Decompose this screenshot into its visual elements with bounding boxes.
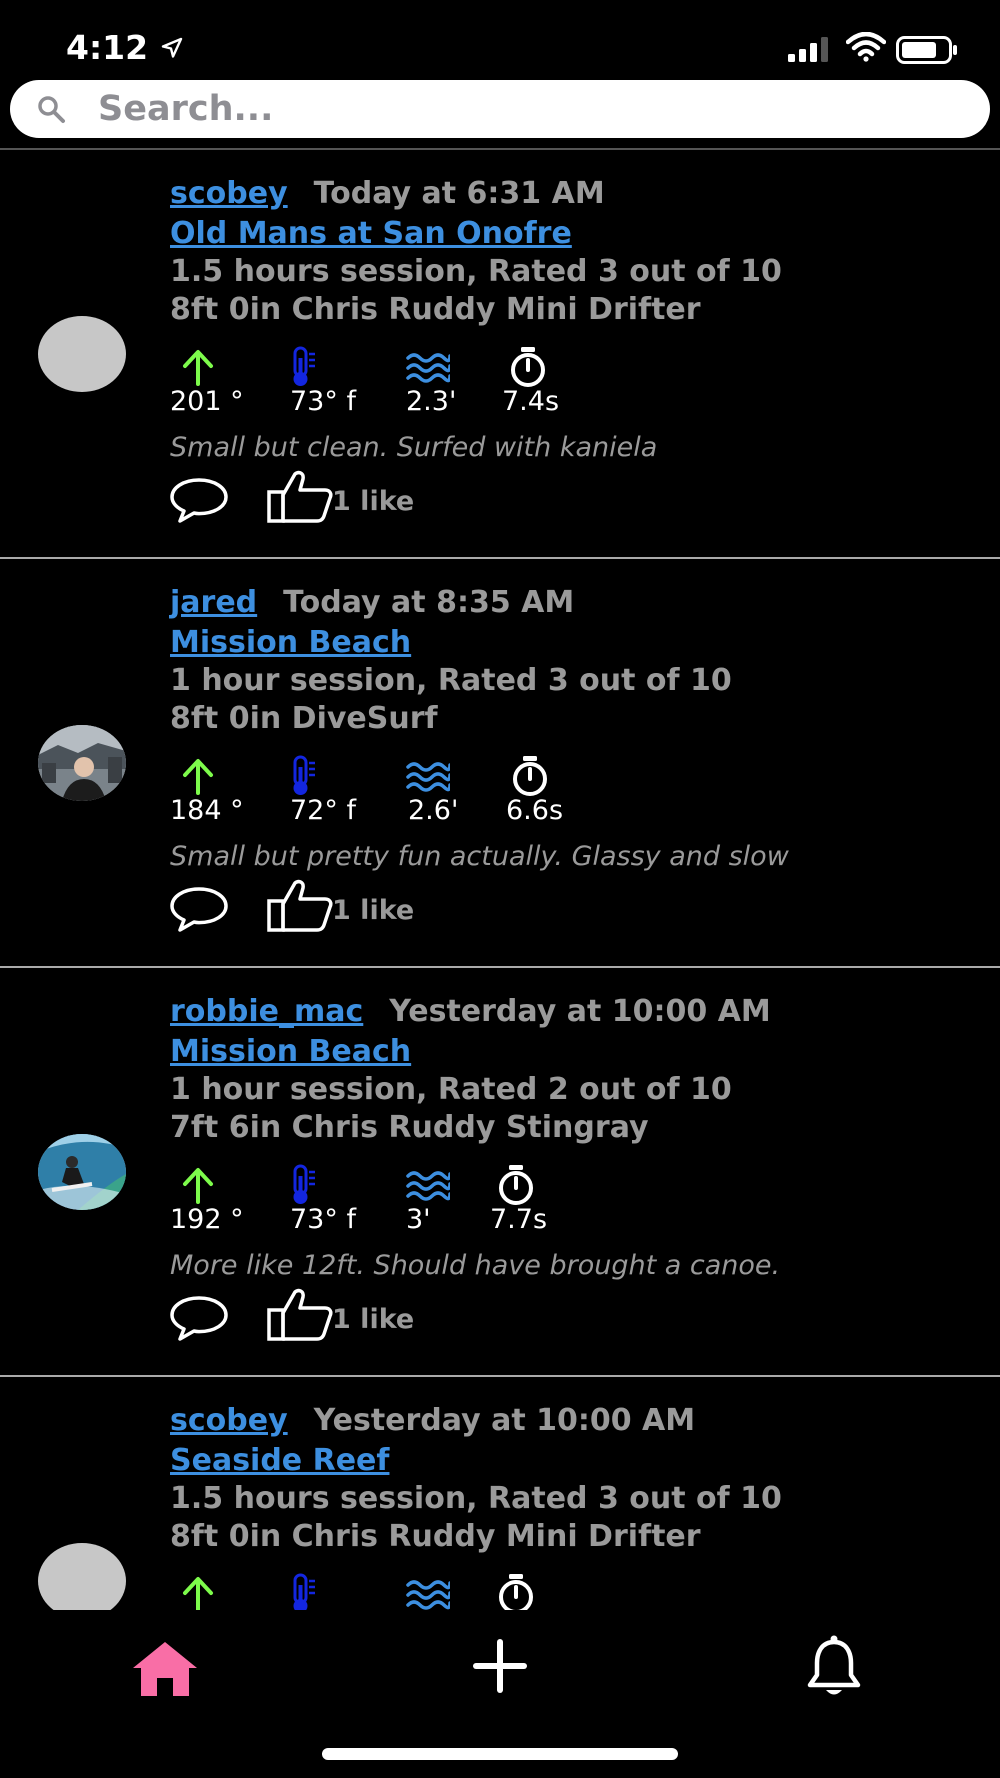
thermometer-icon <box>293 1164 315 1204</box>
session-post: jared Today at 8:35 AM Mission Beach 1 ho… <box>0 559 1000 968</box>
comment-icon[interactable] <box>168 885 230 933</box>
wave-icon <box>406 1171 450 1201</box>
swell-direction-value: 192 ° <box>170 1204 244 1235</box>
arrow-up-icon <box>183 1168 213 1204</box>
board-info: 8ft 0in DiveSurf <box>170 701 438 736</box>
like-count: 1 like <box>332 486 415 517</box>
surf-spot-link[interactable]: Mission Beach <box>170 625 411 660</box>
avatar-placeholder[interactable] <box>38 1543 126 1610</box>
swell-direction-value: 184 ° <box>170 795 244 826</box>
post-meta: robbie_mac Yesterday at 10:00 AM <box>170 994 771 1029</box>
session-note: Small but clean. Surfed with kaniela <box>170 432 658 463</box>
post-timestamp: Today at 6:31 AM <box>313 176 605 211</box>
cellular-signal-icon <box>788 37 828 62</box>
swell-direction-value: 201 ° <box>170 386 244 417</box>
avatar-photo[interactable] <box>38 1134 126 1210</box>
session-note: More like 12ft. Should have brought a ca… <box>170 1250 781 1281</box>
battery-icon <box>896 36 957 64</box>
status-bar: 4:12 <box>0 0 1000 80</box>
session-summary: 1 hour session, Rated 3 out of 10 <box>170 663 732 698</box>
arrow-up-icon <box>183 350 213 386</box>
surf-spot-link[interactable]: Seaside Reef <box>170 1443 389 1478</box>
stopwatch-icon <box>511 347 545 387</box>
username-link[interactable]: robbie_mac <box>170 994 363 1029</box>
session-post: robbie_mac Yesterday at 10:00 AM Mission … <box>0 968 1000 1377</box>
like-count: 1 like <box>332 895 415 926</box>
add-session-icon[interactable] <box>472 1638 528 1694</box>
wave-height-value: 2.6' <box>408 795 459 826</box>
thermometer-icon <box>293 346 315 386</box>
water-temp-value: 73° f <box>290 1204 356 1235</box>
session-post: scobey Yesterday at 10:00 AM Seaside Reef… <box>0 1377 1000 1610</box>
home-indicator[interactable] <box>322 1748 678 1760</box>
username-link[interactable]: scobey <box>170 176 288 211</box>
bell-icon[interactable] <box>806 1634 862 1700</box>
status-time: 4:12 <box>66 28 149 67</box>
stopwatch-icon <box>513 756 547 796</box>
session-feed[interactable]: scobey Today at 6:31 AM Old Mans at San O… <box>0 150 1000 1610</box>
thumbs-up-icon[interactable] <box>266 1286 334 1342</box>
search-icon <box>38 96 65 123</box>
search-bar[interactable] <box>10 80 990 138</box>
session-summary: 1.5 hours session, Rated 3 out of 10 <box>170 1481 782 1516</box>
surf-spot-link[interactable]: Mission Beach <box>170 1034 411 1069</box>
stopwatch-icon <box>499 1574 533 1610</box>
location-arrow-icon <box>161 37 183 58</box>
wave-icon <box>406 762 450 792</box>
post-timestamp: Today at 8:35 AM <box>283 585 575 620</box>
water-temp-value: 73° f <box>290 386 356 417</box>
session-note: Small but pretty fun actually. Glassy an… <box>170 841 789 872</box>
arrow-up-icon <box>183 759 213 795</box>
wave-period-value: 7.4s <box>502 386 560 417</box>
session-post: scobey Today at 6:31 AM Old Mans at San O… <box>0 150 1000 559</box>
thumbs-up-icon[interactable] <box>266 468 334 524</box>
board-info: 8ft 0in Chris Ruddy Mini Drifter <box>170 292 701 327</box>
comment-icon[interactable] <box>168 476 230 524</box>
wave-period-value: 7.7s <box>490 1204 548 1235</box>
avatar-photo[interactable] <box>38 725 126 801</box>
username-link[interactable]: jared <box>170 585 257 620</box>
home-tab-icon[interactable] <box>130 1638 200 1700</box>
wave-height-value: 3' <box>406 1204 431 1235</box>
arrow-up-icon <box>183 1577 213 1610</box>
post-timestamp: Yesterday at 10:00 AM <box>313 1403 696 1438</box>
username-link[interactable]: scobey <box>170 1403 288 1438</box>
board-info: 8ft 0in Chris Ruddy Mini Drifter <box>170 1519 701 1554</box>
water-temp-value: 72° f <box>290 795 356 826</box>
session-summary: 1.5 hours session, Rated 3 out of 10 <box>170 254 782 289</box>
board-info: 7ft 6in Chris Ruddy Stingray <box>170 1110 649 1145</box>
stopwatch-icon <box>499 1165 533 1205</box>
wave-height-value: 2.3' <box>406 386 457 417</box>
thumbs-up-icon[interactable] <box>266 877 334 933</box>
tab-bar <box>0 1610 1000 1730</box>
avatar-placeholder[interactable] <box>38 316 126 392</box>
session-summary: 1 hour session, Rated 2 out of 10 <box>170 1072 732 1107</box>
post-meta: scobey Yesterday at 10:00 AM <box>170 1403 695 1438</box>
like-count: 1 like <box>332 1304 415 1335</box>
thermometer-icon <box>293 1573 315 1610</box>
wifi-icon <box>846 32 886 62</box>
post-meta: jared Today at 8:35 AM <box>170 585 574 620</box>
wave-icon <box>406 1580 450 1610</box>
post-timestamp: Yesterday at 10:00 AM <box>389 994 771 1029</box>
search-input[interactable] <box>98 84 958 134</box>
wave-period-value: 6.6s <box>506 795 564 826</box>
surf-spot-link[interactable]: Old Mans at San Onofre <box>170 216 572 251</box>
thermometer-icon <box>293 755 315 795</box>
comment-icon[interactable] <box>168 1294 230 1342</box>
post-meta: scobey Today at 6:31 AM <box>170 176 605 211</box>
wave-icon <box>406 353 450 383</box>
